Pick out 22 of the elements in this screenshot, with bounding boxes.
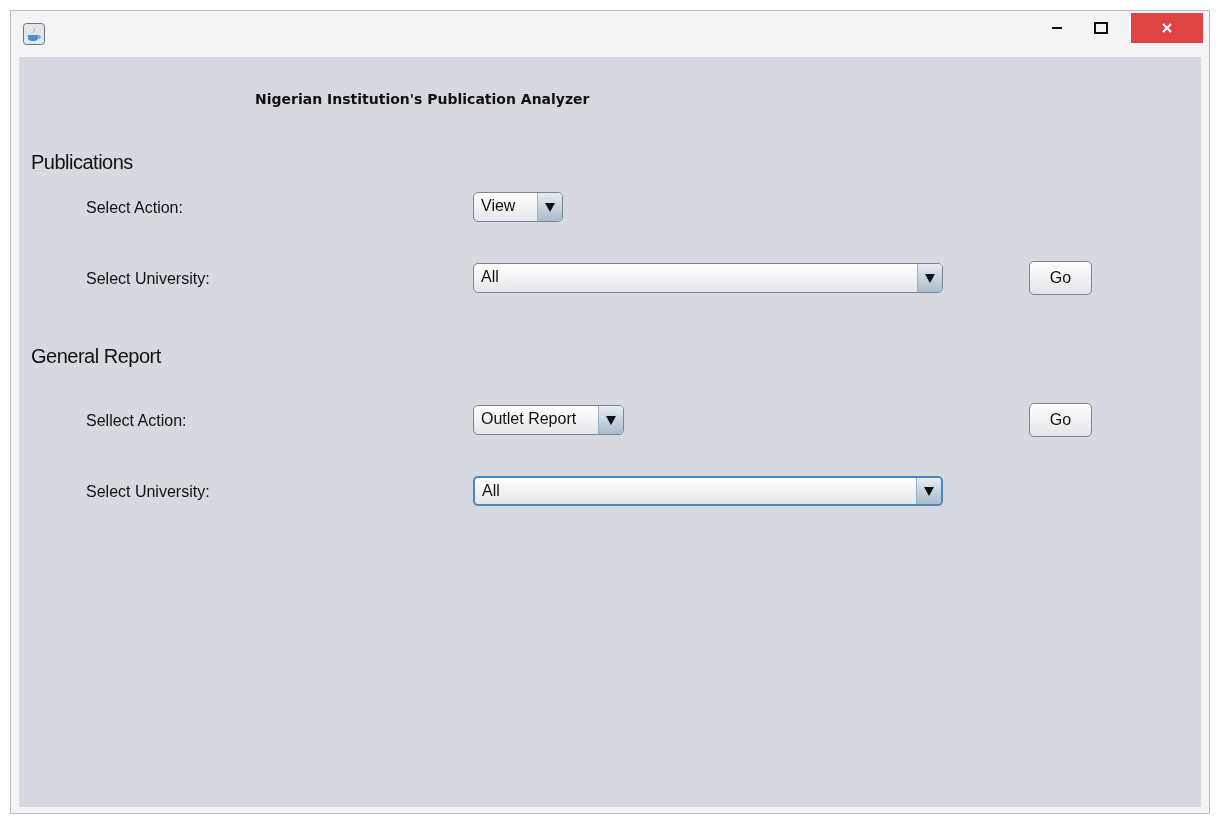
close-icon [1161,22,1173,34]
section-heading: General Report [31,345,162,369]
go-button[interactable]: Go [1029,261,1092,295]
dropdown[interactable]: Outlet Report [473,405,625,435]
app-title: Nigerian Institution's Publication Analyzer [255,91,591,109]
field-label: Select University: [86,483,210,501]
dropdown[interactable]: All [473,263,943,293]
caret-icon [924,486,934,496]
maximize-icon [1094,22,1108,34]
caret-icon [925,273,935,283]
caret-icon [606,415,617,425]
close-button[interactable] [1131,13,1203,43]
caret-icon [545,202,556,212]
field-label: Sellect Action: [86,412,187,430]
field-label: Select Action: [86,199,183,217]
dropdown[interactable]: View [473,192,564,222]
minimize-icon [1052,27,1062,29]
section-heading: Publications [31,151,134,175]
dropdown[interactable]: All [473,476,943,506]
coffee-cup-icon [23,23,45,45]
field-label: Select University: [86,270,210,288]
go-button[interactable]: Go [1029,403,1092,437]
